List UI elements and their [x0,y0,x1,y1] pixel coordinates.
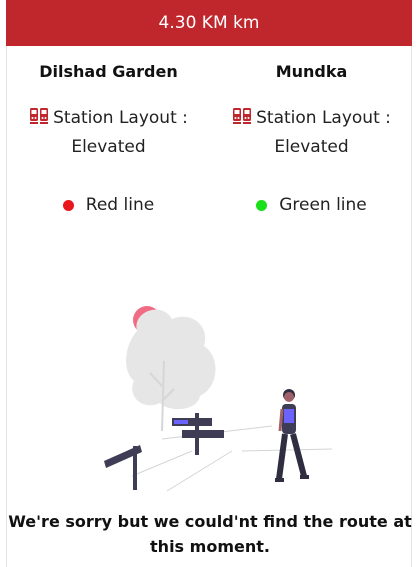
green-line-dot [256,199,268,211]
destination-station-name: Mundka [275,62,348,81]
source-line-name: Red line [85,195,155,215]
distance-header: 4.30 KM km [6,0,412,46]
train-icon [232,107,252,134]
source-station-name: Dilshad Garden [39,62,178,81]
red-line-dot [62,199,74,211]
destination-layout-label: Station Layout : [256,108,391,128]
source-layout-value: Elevated [71,137,146,157]
source-station-layout: Station Layout : Elevated [7,105,210,161]
destination-layout-value: Elevated [274,137,349,157]
source-line: Red line [7,195,210,215]
lost-person-signpost-illustration [104,306,332,492]
train-icon [29,107,49,134]
destination-line: Green line [210,195,413,215]
source-layout-label: Station Layout : [53,108,188,128]
destination-line-name: Green line [279,195,367,215]
destination-station-layout: Station Layout : Elevated [210,105,413,161]
no-route-message: We're sorry but we could'nt find the rou… [8,512,412,556]
distance-text: 4.30 KM km [158,13,260,33]
route-card: Dilshad Garden Station Layout : Elevated… [6,46,412,567]
